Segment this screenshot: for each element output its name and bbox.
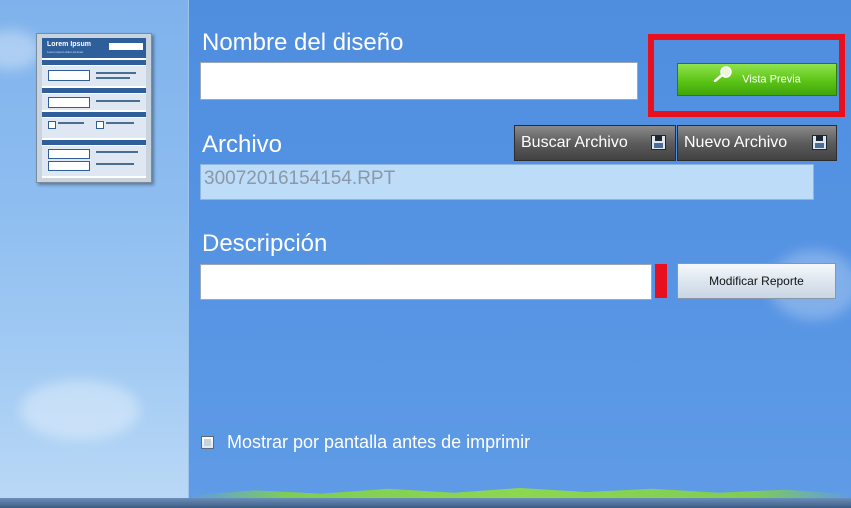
design-name-label: Nombre del diseño	[202, 29, 404, 56]
cloud-decoration	[20, 380, 140, 440]
document-band	[42, 60, 146, 65]
document-text-line	[58, 122, 84, 124]
document-field	[48, 70, 90, 81]
floppy-disk-icon	[651, 135, 666, 150]
document-text-line	[106, 122, 134, 124]
file-label: Archivo	[202, 131, 283, 158]
document-band	[42, 140, 146, 145]
document-row	[42, 118, 146, 138]
required-marker	[655, 264, 667, 298]
document-field	[48, 161, 90, 171]
cloud-decoration	[0, 30, 40, 70]
document-field	[108, 42, 144, 51]
description-input[interactable]	[200, 264, 652, 300]
document-band	[42, 112, 146, 117]
magnifier-icon	[713, 64, 733, 95]
document-field	[48, 149, 90, 159]
description-label: Descripción	[202, 230, 328, 257]
new-file-button[interactable]: Nuevo Archivo	[677, 125, 837, 161]
document-text-line	[96, 151, 138, 153]
file-path-field[interactable]: 30072016154154.RPT	[200, 164, 814, 200]
document-subtitle: Lorem ipsum dolor sit amet	[47, 50, 84, 54]
document-text-line	[96, 100, 140, 102]
browse-file-label: Buscar Archivo	[521, 134, 628, 151]
left-panel: Lorem Ipsum Lorem ipsum dolor sit amet	[0, 0, 189, 508]
design-name-input[interactable]	[200, 62, 638, 100]
document-page: Lorem Ipsum Lorem ipsum dolor sit amet	[42, 38, 146, 178]
document-text-line	[96, 163, 134, 165]
preview-button[interactable]: Vista Previa	[677, 63, 837, 96]
document-title: Lorem Ipsum	[47, 41, 91, 48]
show-before-print-label: Mostrar por pantalla antes de imprimir	[227, 432, 531, 452]
preview-button-label: Vista Previa	[742, 73, 801, 86]
new-file-label: Nuevo Archivo	[684, 134, 788, 151]
document-checkbox	[48, 121, 56, 129]
bottom-bar	[0, 498, 851, 508]
browse-file-button[interactable]: Buscar Archivo	[514, 125, 676, 161]
floppy-disk-icon	[812, 135, 827, 150]
modify-report-button[interactable]: Modificar Reporte	[677, 263, 836, 299]
document-thumbnail: Lorem Ipsum Lorem ipsum dolor sit amet	[36, 33, 152, 183]
show-before-print-checkbox[interactable]	[201, 436, 214, 449]
document-text-line	[96, 77, 130, 79]
document-field	[48, 97, 90, 108]
document-band	[42, 88, 146, 93]
document-text-line	[96, 72, 136, 74]
document-checkbox	[96, 121, 104, 129]
